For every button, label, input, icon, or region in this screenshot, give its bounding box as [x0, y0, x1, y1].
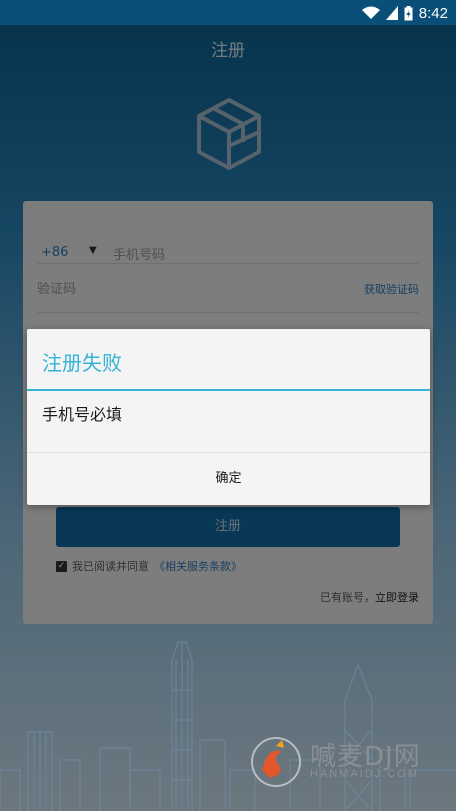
watermark: 喊麦DJ网 HANMAIDJ.COM	[248, 734, 453, 794]
signal-icon	[385, 6, 398, 20]
status-bar: 8:42	[0, 0, 456, 25]
status-icons: 8:42	[361, 3, 448, 23]
watermark-logo-icon	[251, 737, 301, 787]
error-dialog: 注册失败 手机号必填 确定	[27, 329, 430, 505]
clock: 8:42	[418, 4, 448, 22]
wifi-icon	[361, 6, 380, 19]
dialog-title-divider	[27, 389, 430, 391]
dialog-title: 注册失败	[42, 351, 122, 375]
confirm-button[interactable]: 确定	[27, 453, 430, 505]
battery-icon	[404, 5, 413, 20]
dialog-message: 手机号必填	[42, 405, 123, 424]
watermark-url: HANMAIDJ.COM	[310, 768, 419, 780]
